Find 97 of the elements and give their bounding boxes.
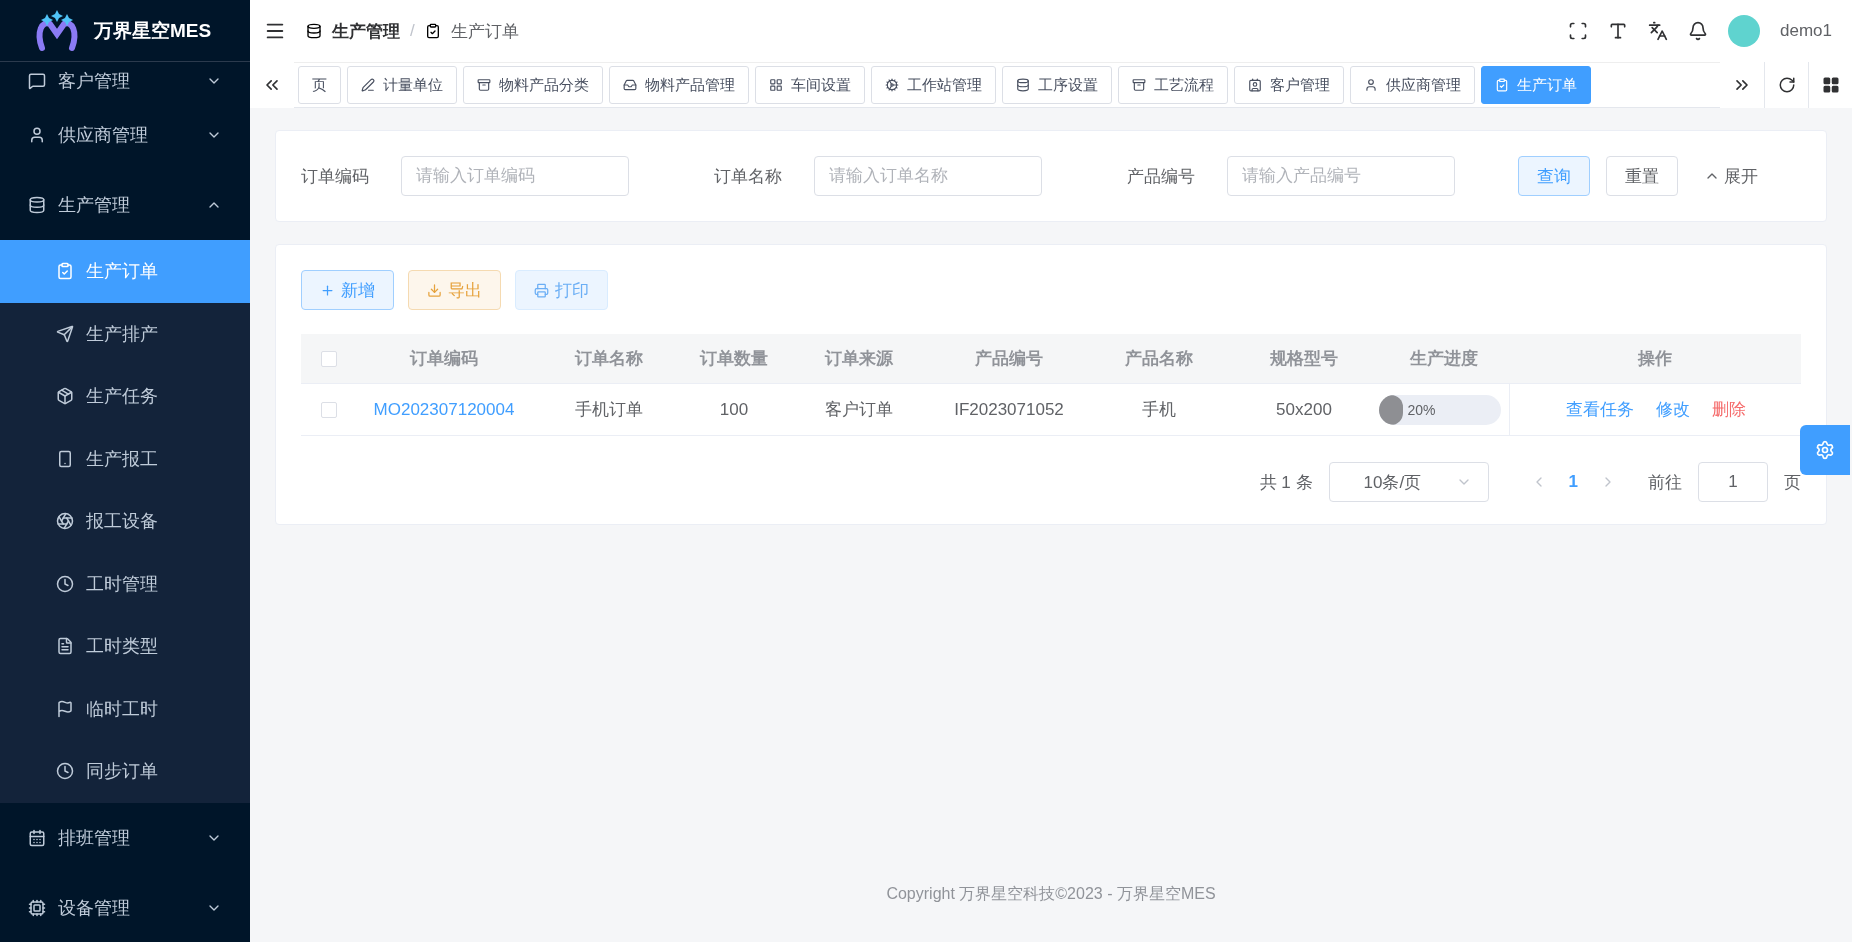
page-tab[interactable]: 工序设置 — [1002, 66, 1112, 104]
column-header: 订单来源 — [823, 348, 894, 370]
menu-icon — [56, 637, 74, 656]
page-tab[interactable]: 车间设置 — [755, 66, 865, 104]
menu-icon — [56, 762, 74, 781]
column-header: 产品名称 — [1124, 348, 1194, 370]
reset-button[interactable]: 重置 — [1606, 156, 1678, 196]
menu-item[interactable]: 生产报工 — [0, 427, 250, 490]
column-header: 订单数量 — [698, 348, 769, 370]
menu-group[interactable]: 客户管理 — [0, 62, 250, 100]
copyright-text: Copyright 万界星空科技©2023 - 万界星空MES — [885, 884, 1217, 904]
menu-icon — [56, 449, 74, 468]
table-cell-text: 100 — [718, 399, 750, 420]
tab-icon — [1132, 78, 1146, 92]
column-header: 订单编码 — [408, 348, 479, 370]
menu-icon — [28, 196, 46, 214]
tab-icon — [623, 78, 637, 92]
notification-icon[interactable] — [1688, 21, 1708, 41]
menu-icon — [56, 324, 74, 343]
translate-icon[interactable] — [1648, 21, 1668, 41]
tab-icon — [1016, 78, 1030, 92]
menu-icon — [56, 387, 74, 406]
menu-item[interactable]: 报工设备 — [0, 490, 250, 553]
filter-input[interactable]: 请输入产品编号 — [1227, 156, 1455, 196]
column-header: 规格型号 — [1269, 348, 1339, 370]
menu-icon — [56, 512, 74, 531]
menu-item[interactable]: 工时类型 — [0, 615, 250, 678]
user-name[interactable]: demo1 — [1780, 21, 1832, 41]
breadcrumb-item: 生产订单 — [450, 20, 519, 43]
menu-item[interactable]: 工时管理 — [0, 552, 250, 615]
tab-icon — [1364, 78, 1378, 92]
menu-icon — [28, 126, 46, 144]
tab-icon — [885, 78, 899, 92]
breadcrumb-separator: / — [410, 21, 415, 41]
page-tab[interactable]: 供应商管理 — [1350, 66, 1475, 104]
export-icon — [427, 282, 442, 298]
menu-group[interactable]: 生产管理 — [0, 170, 250, 240]
menu-item[interactable]: 生产排产 — [0, 302, 250, 365]
total-count: 共 1 条 — [1259, 471, 1313, 494]
menu-item[interactable]: 同步订单 — [0, 740, 250, 803]
filter-label: 订单编码 — [301, 165, 369, 188]
menu-icon — [28, 898, 46, 917]
page-tab[interactable]: 物料产品管理 — [609, 66, 749, 104]
expand-button[interactable]: 展开 — [1698, 163, 1764, 189]
tab-icon — [1495, 78, 1509, 92]
tab-icon — [361, 78, 375, 92]
page-tab[interactable]: 计量单位 — [347, 66, 457, 104]
filter-label: 产品编号 — [1127, 165, 1195, 188]
table-cell-text: IF2023071052 — [953, 399, 1065, 420]
menu-icon — [28, 828, 46, 847]
goto-input[interactable]: 1 — [1698, 462, 1768, 502]
menu-icon — [56, 574, 74, 593]
table-cell-text: 50x200 — [1275, 399, 1333, 420]
select-all-checkbox[interactable] — [321, 350, 337, 367]
menu-icon — [56, 262, 74, 281]
column-header: 操作 — [1636, 348, 1673, 370]
menu-item[interactable]: 生产任务 — [0, 365, 250, 428]
tab-icon — [769, 78, 783, 92]
grid-icon[interactable] — [1808, 62, 1852, 108]
table-cell-text: 手机订单 — [574, 399, 644, 421]
settings-icon — [1815, 440, 1835, 460]
page-tab[interactable]: 工艺流程 — [1118, 66, 1228, 104]
row-checkbox[interactable] — [321, 401, 337, 418]
logo-text: 万界星空MES — [94, 18, 212, 43]
fullscreen-icon[interactable] — [1568, 21, 1588, 41]
goto-label: 前往 — [1648, 471, 1682, 494]
column-header: 订单名称 — [573, 348, 644, 370]
table-cell-text: 客户订单 — [824, 399, 894, 421]
settings-button[interactable] — [1800, 425, 1850, 475]
menu-group[interactable]: 排班管理 — [0, 802, 250, 873]
page-tab[interactable]: 客户管理 — [1234, 66, 1344, 104]
page-tab[interactable]: 物料产品分类 — [463, 66, 603, 104]
database-icon — [306, 23, 322, 39]
filter-label: 订单名称 — [714, 165, 782, 188]
page-tab[interactable]: 工作站管理 — [871, 66, 996, 104]
menu-icon — [28, 72, 46, 90]
menu-group[interactable]: 设备管理 — [0, 872, 250, 942]
clipboard-check-icon — [424, 23, 441, 39]
menu-item[interactable]: 临时工时 — [0, 677, 250, 740]
progress-text: 20% — [1407, 401, 1436, 418]
breadcrumb-item[interactable]: 生产管理 — [332, 19, 400, 43]
page-size-select[interactable]: 10条/页 — [1328, 462, 1489, 502]
page-suffix: 页 — [1784, 471, 1801, 494]
print-icon — [534, 282, 549, 298]
menu-icon — [56, 699, 74, 718]
font-size-icon[interactable] — [1608, 21, 1628, 41]
refresh-icon[interactable] — [1764, 62, 1808, 108]
table-cell-text: 手机 — [1141, 399, 1177, 421]
tab-icon — [477, 78, 491, 92]
add-icon — [320, 282, 335, 298]
column-header: 生产进度 — [1409, 348, 1479, 370]
page-tab[interactable]: 页 — [298, 66, 341, 104]
filter-input[interactable]: 请输入订单名称 — [814, 156, 1042, 196]
filter-input[interactable]: 请输入订单编码 — [401, 156, 629, 196]
column-header: 产品编号 — [974, 348, 1044, 370]
tab-icon — [1248, 78, 1262, 92]
menu-group[interactable]: 供应商管理 — [0, 100, 250, 170]
